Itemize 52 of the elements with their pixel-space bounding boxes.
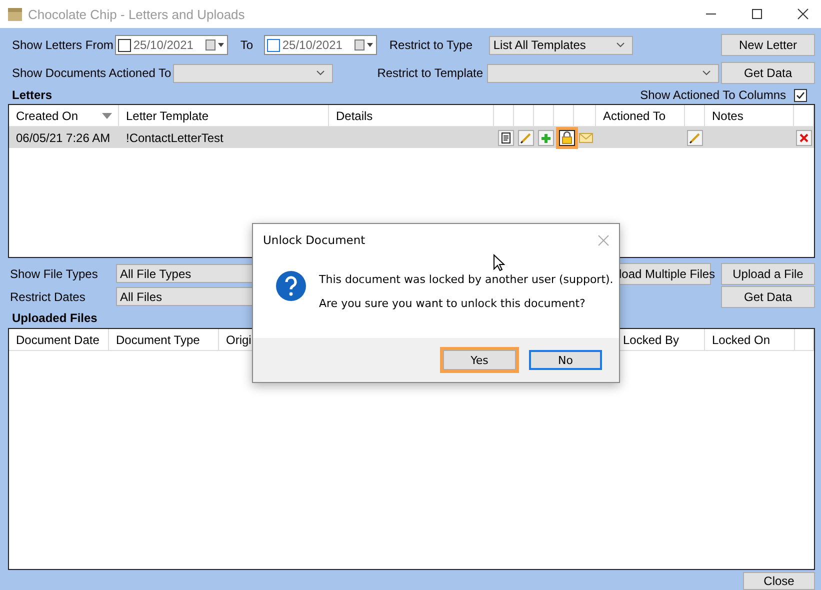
chevron-icon <box>316 70 326 76</box>
calendar-icon[interactable] <box>354 39 374 51</box>
column-header[interactable]: Actioned To <box>596 105 685 126</box>
checkbox[interactable] <box>794 88 807 102</box>
filter-label: Restrict to Template <box>376 66 484 80</box>
filter-label: Show File Types <box>9 266 99 280</box>
column-header[interactable]: Created On <box>9 105 119 126</box>
filter-label: Show Documents Actioned To <box>11 66 172 80</box>
dialog-title: Unlock Document <box>263 233 366 247</box>
table-cell-text: !ContactLetterTest <box>125 130 224 147</box>
upload-file-button[interactable]: Upload a File <box>721 262 815 284</box>
delete-icon[interactable] <box>796 130 812 146</box>
date-picker[interactable]: 25/10/2021 <box>115 35 228 55</box>
column-header[interactable]: Document Type <box>109 329 219 350</box>
chevron-icon <box>702 70 712 76</box>
date-picker[interactable]: 25/10/2021 <box>264 35 378 55</box>
close-button[interactable]: Close <box>743 572 815 590</box>
filter-label: Show Letters From <box>11 38 114 52</box>
dialog-question: Are you sure you want to unlock this document? <box>319 297 586 310</box>
section-title: Uploaded Files <box>11 311 98 325</box>
checkbox-label: Show Actioned To Columns <box>639 88 786 102</box>
calendar-icon[interactable] <box>205 39 226 51</box>
dialog-message: This document was locked by another user (support). <box>319 273 614 286</box>
column-header[interactable]: Locked On <box>705 329 795 350</box>
column-header[interactable]: Document Date <box>9 329 109 350</box>
date-checkbox[interactable] <box>118 38 132 52</box>
get-data-button[interactable]: Get Data <box>721 286 815 308</box>
column-header[interactable]: Letter Template <box>119 105 329 126</box>
date-checkbox[interactable] <box>267 38 280 52</box>
close-icon[interactable] <box>797 8 809 20</box>
chevron-icon <box>616 42 626 48</box>
maximize-icon[interactable] <box>751 8 763 20</box>
dialog-button[interactable]: Yes <box>443 350 516 370</box>
filter-label: Restrict Dates <box>9 290 86 304</box>
window-title: Chocolate Chip - Letters and Uploads <box>28 6 245 22</box>
question-icon <box>275 270 307 302</box>
dialog-button[interactable]: No <box>529 350 602 370</box>
column-header[interactable]: Notes <box>705 105 794 126</box>
type-dropdown[interactable]: List All Templates <box>489 36 634 54</box>
section-title: Letters <box>11 88 52 102</box>
new-letter-button[interactable]: New Letter <box>721 34 815 56</box>
box-icon <box>8 8 22 20</box>
column-header[interactable]: Details <box>329 105 494 126</box>
sort-icon <box>102 112 112 118</box>
cursor-icon <box>493 254 505 272</box>
plus-icon[interactable] <box>538 130 554 146</box>
get-data-button[interactable]: Get Data <box>721 62 815 84</box>
filter-label: To <box>239 38 254 52</box>
letter-row[interactable]: 06/05/21 7:26 AM !ContactLetterTest <box>9 127 814 148</box>
filter-label: Restrict to Type <box>388 38 474 52</box>
table-cell-text: 06/05/21 7:26 AM <box>15 130 112 147</box>
document-icon[interactable] <box>498 130 514 146</box>
